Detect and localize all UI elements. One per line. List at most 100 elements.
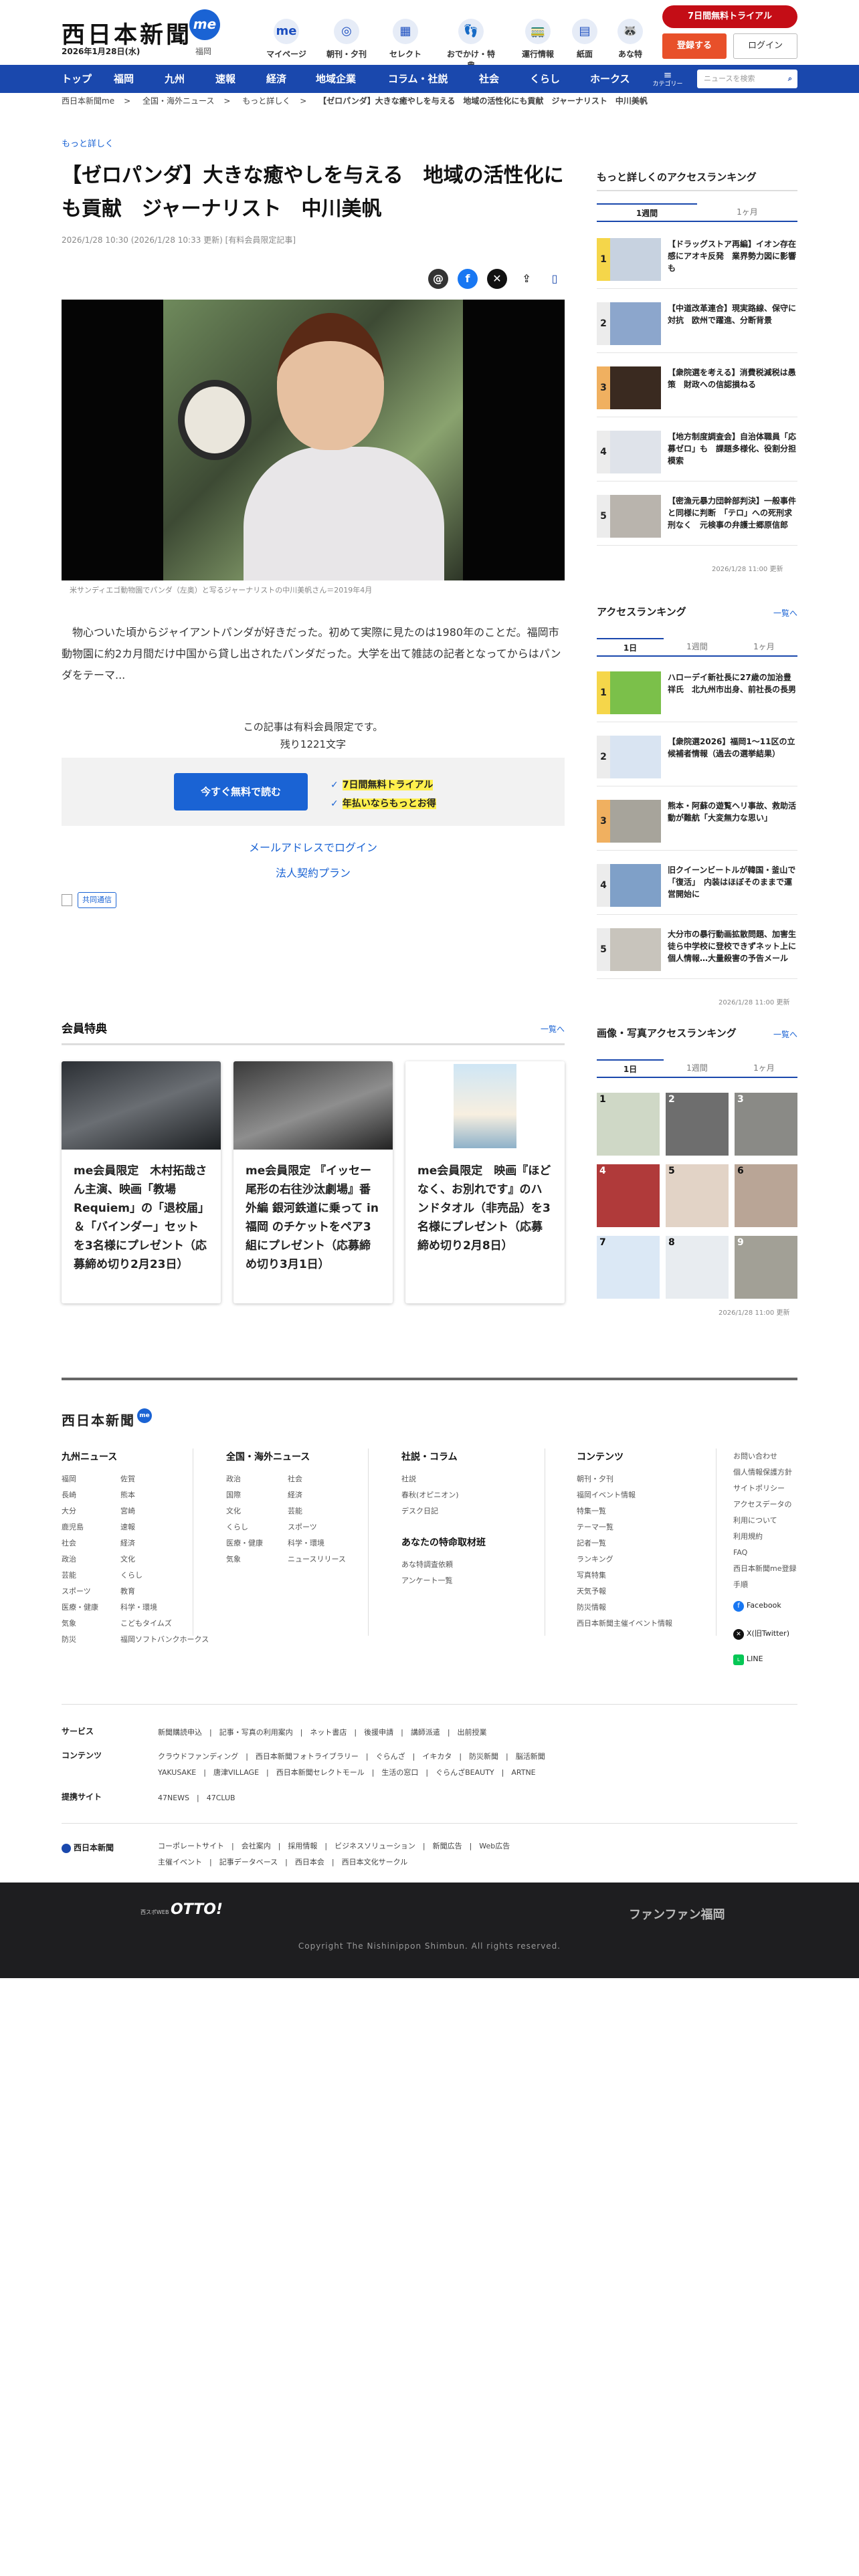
- register-button[interactable]: 登録する: [662, 33, 727, 59]
- footer-link[interactable]: 利用規約: [733, 1529, 797, 1545]
- ranking-item[interactable]: 3 熊本・阿蘇の遊覧ヘリ事故、救助活動が難航「大変無力な思い」: [597, 800, 797, 851]
- tab-month[interactable]: 1ヶ月: [697, 203, 797, 221]
- gnav-kyushu[interactable]: 九州: [165, 65, 185, 93]
- content-links[interactable]: YAKUSAKE | 唐津VILLAGE | 西日本新聞セレクトモール | 生活…: [158, 1767, 536, 1778]
- footer-link[interactable]: 記者一覧: [577, 1535, 672, 1551]
- footer-link[interactable]: アンケート一覧: [401, 1573, 453, 1589]
- header-region[interactable]: 福岡: [195, 45, 211, 57]
- footer-link[interactable]: 政治: [62, 1551, 98, 1568]
- footer-col-heading[interactable]: 九州ニュース: [62, 1450, 117, 1463]
- footer-link[interactable]: 防災情報: [577, 1600, 672, 1616]
- footer-link[interactable]: 文化: [226, 1503, 263, 1519]
- gnav-fukuoka[interactable]: 福岡: [114, 65, 134, 93]
- breadcrumb-detail[interactable]: もっと詳しく: [242, 96, 290, 106]
- footer-link[interactable]: 社説: [401, 1471, 459, 1487]
- category-menu-button[interactable]: ≡ カテゴリー: [648, 66, 688, 93]
- photo-rank-cell[interactable]: 9: [735, 1236, 797, 1299]
- benefit-card[interactable]: me会員限定 『イッセー尾形の右往沙汰劇場』番外編 銀河鉄道に乗って in福岡 …: [233, 1061, 393, 1303]
- footer-col-heading[interactable]: 全国・海外ニュース: [226, 1450, 310, 1463]
- gnav-companies[interactable]: 地域企業: [316, 65, 356, 93]
- access-more-link[interactable]: 一覧へ: [773, 607, 797, 619]
- footer-link[interactable]: 大分: [62, 1503, 98, 1519]
- footer-col-heading[interactable]: コンテンツ: [577, 1450, 624, 1463]
- footer-link[interactable]: あな特調査依頼: [401, 1557, 453, 1573]
- photo-rank-cell[interactable]: 2: [666, 1093, 729, 1156]
- x-icon[interactable]: ✕: [487, 269, 507, 289]
- footer-link[interactable]: 福岡イベント情報: [577, 1487, 672, 1503]
- footer-link[interactable]: 宮崎: [120, 1503, 209, 1519]
- footer-link[interactable]: 芸能: [62, 1568, 98, 1584]
- bookmark-icon[interactable]: ▯: [545, 269, 565, 289]
- login-button[interactable]: ログイン: [733, 33, 797, 59]
- footer-link[interactable]: 政治: [226, 1471, 263, 1487]
- footer-col-heading[interactable]: 社説・コラム: [401, 1450, 458, 1463]
- funfun-banner[interactable]: ファンファン福岡: [629, 1905, 725, 1923]
- ranking-item[interactable]: 4 【地方制度調査会】自治体職員「応募ゼロ」も 課題多様化、役割分担模索: [597, 431, 797, 481]
- gnav-life[interactable]: くらし: [530, 65, 560, 93]
- nav-paper[interactable]: ◎ 朝刊・夕刊: [320, 19, 373, 60]
- footer-link[interactable]: 熊本: [120, 1487, 209, 1503]
- footer-link[interactable]: ランキング: [577, 1551, 672, 1568]
- footer-link[interactable]: スポーツ: [288, 1519, 346, 1535]
- nav-mypage[interactable]: me マイページ: [260, 19, 313, 60]
- gnav-column[interactable]: コラム・社説: [388, 65, 448, 93]
- read-free-button[interactable]: 今すぐ無料で読む: [174, 773, 308, 811]
- footer-link[interactable]: 天気予報: [577, 1584, 672, 1600]
- ranking-item[interactable]: 1 ハローデイ新社長に27歳の加治豊祥氏 北九州市出身、前社長の長男: [597, 671, 797, 722]
- footer-link[interactable]: 医療・健康: [62, 1600, 98, 1616]
- footer-link[interactable]: こどもタイムズ: [120, 1616, 209, 1632]
- footer-link[interactable]: テーマ一覧: [577, 1519, 672, 1535]
- footer-link[interactable]: FAQ: [733, 1545, 797, 1561]
- footer-link[interactable]: 速報: [120, 1519, 209, 1535]
- footer-link[interactable]: 福岡ソフトバンクホークス: [120, 1632, 209, 1648]
- footer-link[interactable]: 気象: [62, 1616, 98, 1632]
- facebook-link[interactable]: f Facebook: [733, 1601, 781, 1612]
- footer-link[interactable]: 芸能: [288, 1503, 346, 1519]
- footer-link[interactable]: 防災: [62, 1632, 98, 1648]
- breadcrumb-home[interactable]: 西日本新聞me: [62, 96, 114, 106]
- footer-link[interactable]: 社会: [62, 1535, 98, 1551]
- ranking-item[interactable]: 1 【ドラッグストア再編】イオン存在感にアオキ反発 業界勢力図に影響も: [597, 238, 797, 289]
- gnav-society[interactable]: 社会: [479, 65, 499, 93]
- footer-link[interactable]: 経済: [120, 1535, 209, 1551]
- footer-link[interactable]: 教育: [120, 1584, 209, 1600]
- tab-week[interactable]: 1週間: [597, 203, 697, 221]
- footer-link[interactable]: 科学・環境: [288, 1535, 346, 1551]
- search-input[interactable]: ニュースを検索 ⌕: [697, 70, 797, 88]
- mail-login-link[interactable]: メールアドレスでログイン: [62, 839, 565, 855]
- footer-link[interactable]: 医療・健康: [226, 1535, 263, 1551]
- photo-rank-cell[interactable]: 8: [666, 1236, 729, 1299]
- otto-banner[interactable]: 西スポWEB OTTO!: [140, 1901, 223, 1918]
- content-links[interactable]: クラウドファンディング | 西日本新聞フォトライブラリー | ぐらんざ | イキ…: [158, 1751, 545, 1761]
- x-link[interactable]: ✕ X(旧Twitter): [733, 1628, 789, 1640]
- footer-link[interactable]: 佐賀: [120, 1471, 209, 1487]
- tab-day[interactable]: 1日: [597, 638, 664, 655]
- footer-link[interactable]: 個人情報保護方針: [733, 1465, 797, 1481]
- corporate-links[interactable]: 主催イベント | 記事データベース | 西日本会 | 西日本文化サークル: [158, 1856, 407, 1867]
- corp-logo[interactable]: 西日本新聞: [62, 1842, 114, 1853]
- corporate-plan-link[interactable]: 法人契約プラン: [62, 864, 565, 880]
- trial-button[interactable]: 7日間無料トライアル: [662, 5, 797, 28]
- footer-link[interactable]: スポーツ: [62, 1584, 98, 1600]
- footer-link[interactable]: 西日本新聞主催イベント情報: [577, 1616, 672, 1632]
- footer-link[interactable]: 特集一覧: [577, 1503, 672, 1519]
- ranking-item[interactable]: 2 【中道改革連合】現実路線、保守に対抗 欧州で躍進、分断背景: [597, 302, 797, 353]
- source-tag[interactable]: 共同通信: [78, 892, 116, 908]
- gnav-top[interactable]: トップ: [62, 65, 92, 93]
- footer-link[interactable]: 長崎: [62, 1487, 98, 1503]
- tab-month[interactable]: 1ヶ月: [731, 638, 797, 655]
- footer-link[interactable]: 写真特集: [577, 1568, 672, 1584]
- threads-icon[interactable]: @: [428, 269, 448, 289]
- footer-link[interactable]: アクセスデータの利用について: [733, 1497, 797, 1529]
- footer-link[interactable]: 文化: [120, 1551, 209, 1568]
- footer-link[interactable]: 国際: [226, 1487, 263, 1503]
- special-heading[interactable]: あなたの特命取材班: [401, 1535, 486, 1549]
- nav-transit[interactable]: 🚃 運行情報: [511, 19, 565, 60]
- photo-more-link[interactable]: 一覧へ: [773, 1029, 797, 1040]
- share-icon[interactable]: ⇪: [516, 269, 537, 289]
- nav-anatoku[interactable]: 🦝 あな特: [603, 19, 657, 60]
- footer-link[interactable]: 気象: [226, 1551, 263, 1568]
- footer-link[interactable]: 福岡: [62, 1471, 98, 1487]
- member-more-link[interactable]: 一覧へ: [541, 1023, 565, 1035]
- photo-rank-cell[interactable]: 4: [597, 1164, 660, 1227]
